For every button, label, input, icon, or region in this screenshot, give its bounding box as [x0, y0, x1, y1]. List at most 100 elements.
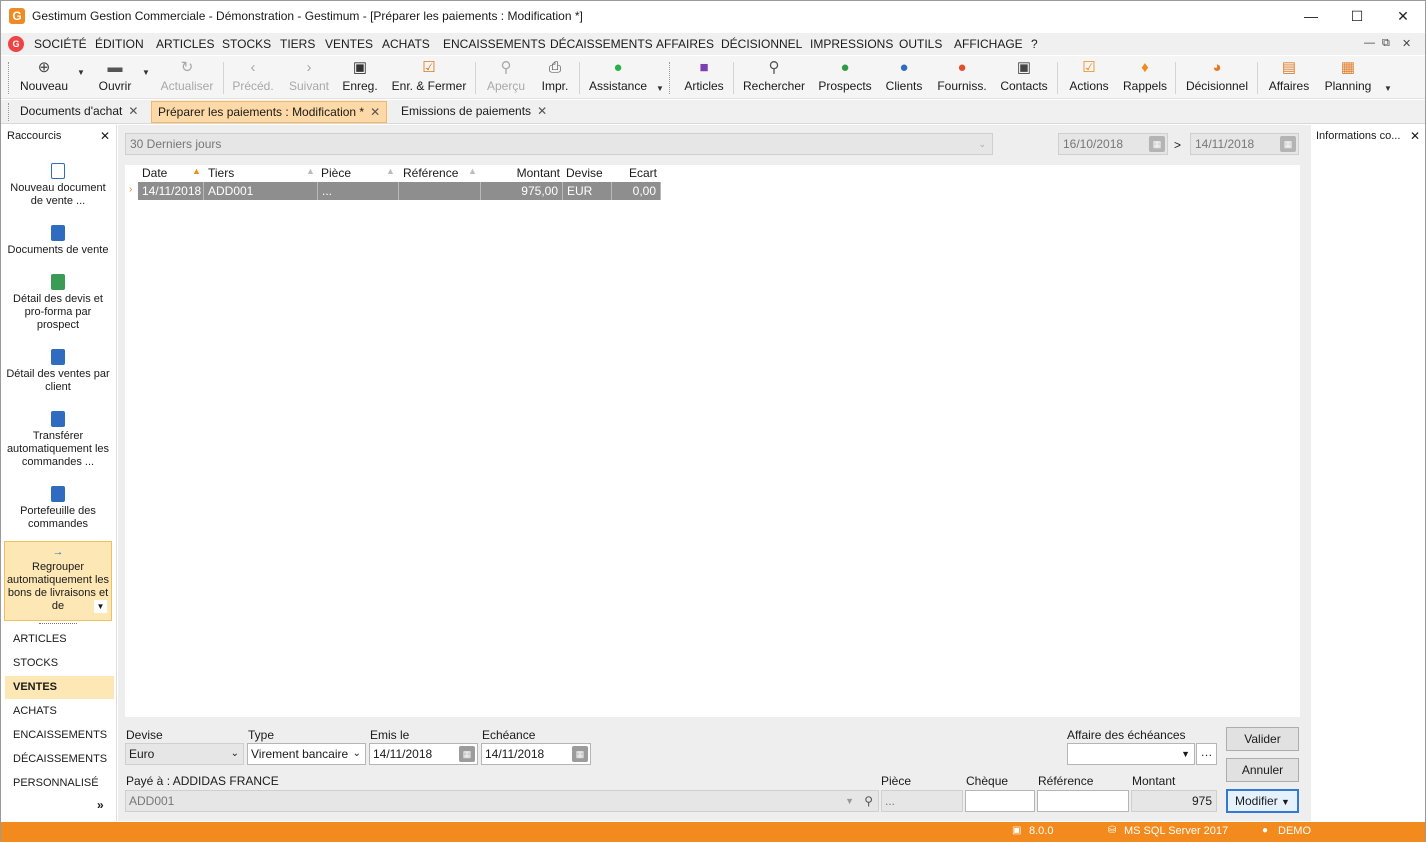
calendar-icon[interactable]: ▦: [1280, 136, 1296, 152]
close-tab-icon[interactable]: ✕: [537, 104, 547, 118]
shortcut-new-sales-doc[interactable]: Nouveau document de vente ...: [4, 163, 112, 208]
close-panel-icon[interactable]: ✕: [1410, 129, 1420, 143]
cancel-button[interactable]: Annuler: [1226, 758, 1299, 782]
articles-button[interactable]: ■ Articles: [681, 58, 727, 96]
calendar-icon[interactable]: ▦: [459, 746, 475, 762]
paye-a-field[interactable]: ADD001 ▼ ⚲: [125, 790, 879, 812]
echeance-date-field[interactable]: 14/11/2018 ▦: [481, 743, 591, 765]
sidebar-section-articles[interactable]: ARTICLES: [5, 628, 114, 651]
col-header-montant[interactable]: Montant: [481, 165, 560, 181]
open-button[interactable]: ▬ Ouvrir: [89, 58, 141, 96]
cheque-field[interactable]: [965, 790, 1035, 812]
sidebar-more-icon[interactable]: »: [97, 798, 104, 812]
period-combo[interactable]: 30 Derniers jours ⌄: [125, 133, 993, 155]
sidebar-section-personnalise[interactable]: PERSONNALISÉ: [5, 772, 114, 795]
menu-impressions[interactable]: IMPRESSIONS: [810, 37, 893, 51]
close-tab-icon[interactable]: ✕: [370, 105, 380, 119]
modify-button[interactable]: Modifier ▼: [1226, 789, 1299, 813]
tab-documents-achat[interactable]: Documents d'achat ✕: [14, 101, 144, 123]
close-button[interactable]: ✕: [1380, 1, 1426, 32]
sidebar-section-decaissements[interactable]: DÉCAISSEMENTS: [5, 748, 114, 771]
col-header-ecart[interactable]: Ecart: [611, 165, 657, 181]
maximize-button[interactable]: ☐: [1334, 1, 1380, 32]
menu-affichage[interactable]: AFFICHAGE: [954, 37, 1023, 51]
prospects-button[interactable]: ● Prospects: [816, 58, 874, 96]
menu-outils[interactable]: OUTILS: [899, 37, 942, 51]
validate-button[interactable]: Valider: [1226, 727, 1299, 751]
dropdown-arrow-icon[interactable]: ▼: [1181, 744, 1190, 764]
refresh-button[interactable]: ↻ Actualiser: [157, 58, 217, 96]
search-icon[interactable]: ⚲: [864, 791, 873, 811]
tab-emissions-paiements[interactable]: Emissions de paiements ✕: [395, 101, 553, 123]
calendar-icon[interactable]: ▦: [572, 746, 588, 762]
new-dropdown-icon[interactable]: ▼: [77, 68, 85, 77]
toolbar-grip[interactable]: [669, 62, 672, 94]
save-close-button[interactable]: ☑ Enr. & Fermer: [390, 58, 468, 96]
menu-help[interactable]: ?: [1031, 37, 1038, 51]
col-header-reference[interactable]: Référence: [403, 165, 458, 181]
affaire-browse-button[interactable]: …: [1196, 743, 1217, 765]
contacts-button[interactable]: ▣ Contacts: [998, 58, 1050, 96]
mdi-restore-icon[interactable]: ⧉: [1382, 37, 1390, 50]
menu-stocks[interactable]: STOCKS: [222, 37, 271, 51]
mdi-close-icon[interactable]: ✕: [1402, 37, 1411, 50]
assistance-button[interactable]: ● Assistance: [587, 58, 649, 96]
col-header-piece[interactable]: Pièce: [321, 165, 351, 181]
shortcut-quotes-detail[interactable]: Détail des devis et pro-forma par prospe…: [4, 274, 112, 332]
suppliers-button[interactable]: ● Fourniss.: [935, 58, 989, 96]
open-dropdown-icon[interactable]: ▼: [142, 68, 150, 77]
piece-field[interactable]: ...: [881, 790, 963, 812]
sidebar-section-stocks[interactable]: STOCKS: [5, 652, 114, 675]
type-select[interactable]: Virement bancaire ⌄: [247, 743, 366, 765]
emis-date-field[interactable]: 14/11/2018 ▦: [369, 743, 478, 765]
previous-button[interactable]: ‹ Précéd.: [229, 58, 277, 96]
clients-button[interactable]: ● Clients: [883, 58, 925, 96]
planning-button[interactable]: ▦ Planning: [1321, 58, 1375, 96]
menu-edition[interactable]: ÉDITION: [95, 37, 144, 51]
menu-tiers[interactable]: TIERS: [280, 37, 315, 51]
sidebar-section-achats[interactable]: ACHATS: [5, 700, 114, 723]
table-row[interactable]: 14/11/2018 ADD001 ... 975,00 EUR 0,00: [138, 182, 661, 200]
menu-decisionnel[interactable]: DÉCISIONNEL: [721, 37, 802, 51]
sidebar-section-ventes[interactable]: VENTES: [5, 676, 114, 699]
actions-button[interactable]: ☑ Actions: [1065, 58, 1113, 96]
reminders-button[interactable]: ♦ Rappels: [1122, 58, 1168, 96]
new-button[interactable]: ⊕ Nouveau: [15, 58, 73, 96]
menu-articles[interactable]: ARTICLES: [156, 37, 214, 51]
toolbar-overflow-icon[interactable]: ▼: [1384, 84, 1392, 93]
company-logo-icon[interactable]: G: [8, 36, 24, 52]
menu-affaires[interactable]: AFFAIRES: [656, 37, 714, 51]
shortcut-sales-docs[interactable]: Documents de vente: [4, 225, 112, 257]
col-header-tiers[interactable]: Tiers: [208, 165, 234, 181]
toolbar-grip[interactable]: [8, 62, 11, 94]
reference-field[interactable]: [1037, 790, 1129, 812]
shortcut-sales-detail[interactable]: Détail des ventes par client: [4, 349, 112, 394]
preview-button[interactable]: ⚲ Aperçu: [483, 58, 529, 96]
menu-ventes[interactable]: VENTES: [325, 37, 373, 51]
print-button[interactable]: ⎙ Impr.: [537, 58, 573, 96]
close-sidebar-icon[interactable]: ✕: [100, 129, 110, 143]
menu-societe[interactable]: SOCIÉTÉ: [34, 37, 87, 51]
toolbar-overflow-icon[interactable]: ▼: [656, 84, 664, 93]
mdi-minimize-icon[interactable]: —: [1364, 37, 1375, 49]
shortcut-orders-portfolio[interactable]: Portefeuille des commandes: [4, 486, 112, 531]
devise-select[interactable]: Euro ⌄: [125, 743, 244, 765]
menu-encaissements[interactable]: ENCAISSEMENTS: [443, 37, 546, 51]
date-to-field[interactable]: 14/11/2018 ▦: [1190, 133, 1299, 155]
menu-achats[interactable]: ACHATS: [382, 37, 430, 51]
next-button[interactable]: › Suivant: [285, 58, 333, 96]
menu-decaissements[interactable]: DÉCAISSEMENTS: [550, 37, 653, 51]
save-button[interactable]: ▣ Enreg.: [340, 58, 380, 96]
sidebar-section-encaissements[interactable]: ENCAISSEMENTS: [5, 724, 114, 747]
close-tab-icon[interactable]: ✕: [128, 104, 138, 118]
col-header-date[interactable]: Date: [142, 165, 167, 181]
search-button[interactable]: ⚲ Rechercher: [741, 58, 807, 96]
sidebar-splitter[interactable]: [39, 623, 77, 624]
montant-field[interactable]: 975: [1131, 790, 1217, 812]
business-button[interactable]: ▤ Affaires: [1265, 58, 1313, 96]
shortcut-transfer-orders[interactable]: Transférer automatiquement les commandes…: [4, 411, 112, 469]
bi-button[interactable]: ◕ Décisionnel: [1183, 58, 1251, 96]
tab-preparer-paiements[interactable]: Préparer les paiements : Modification * ✕: [151, 101, 388, 123]
col-header-devise[interactable]: Devise: [566, 165, 603, 181]
minimize-button[interactable]: —: [1288, 1, 1334, 32]
